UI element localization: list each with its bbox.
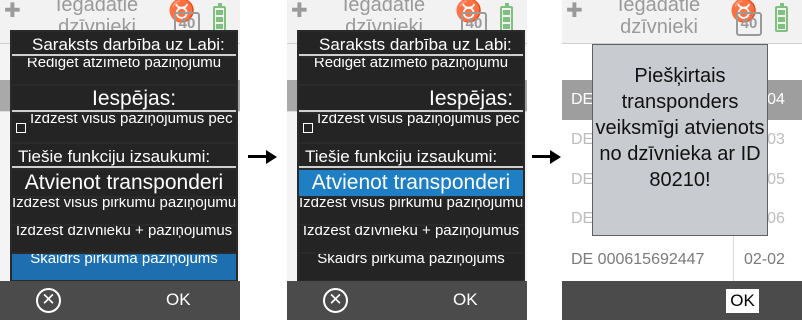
add-animal-icon[interactable]: ✚ <box>4 0 21 22</box>
ok-button[interactable]: OK <box>726 289 759 313</box>
menu-item-clear-purchase[interactable]: Skaidrs pirkuma paziņojums <box>12 254 236 280</box>
footer-bar: OK <box>562 281 802 320</box>
menu-item-detach-transponder[interactable]: Atvienot transponderi <box>12 170 236 196</box>
menu-item-delete-animals[interactable]: Izdzēst dzīvnieku + paziņojumus <box>299 226 523 252</box>
add-animal-icon[interactable]: ✚ <box>291 0 308 22</box>
menu-item-delete-purchases[interactable]: Izdzēst visus pirkumu paziņojumus <box>299 198 523 224</box>
option-delete-after-export[interactable]: Izdzēst visus paziņojumus pēc eksportēša… <box>299 114 523 142</box>
screen-1: ✚ Iegādātie dzīvnieki ♉ 40 Saraksts darb… <box>0 0 240 320</box>
table-row[interactable]: DE 000615692447 02-02 <box>562 240 802 282</box>
arrow-icon <box>532 150 562 164</box>
menu-title: Saraksts darbība uz Labi: <box>299 32 523 56</box>
screen-3: ✚ Iegādātie dzīvnieki ♉ 40 DE 0006156924… <box>562 0 802 320</box>
battery-icon <box>500 3 513 32</box>
menu-item-detach-transponder[interactable]: Atvienot transponderi <box>299 170 523 196</box>
header: ✚ Iegādātie dzīvnieki ♉ 40 <box>562 0 802 44</box>
functions-header: Tiešie funkciju izsaukumi: <box>12 144 236 168</box>
add-animal-icon[interactable]: ✚ <box>566 0 583 22</box>
ok-button[interactable]: OK <box>166 290 191 310</box>
close-icon[interactable]: ✕ <box>323 288 348 313</box>
context-menu: Saraksts darbība uz Labi: Rediģēt atzīmē… <box>297 30 525 282</box>
menu-item-clear-purchase[interactable]: Skaidrs pirkuma paziņojums <box>299 254 523 280</box>
option-delete-after-export[interactable]: Izdzēst visus paziņojumus pēc eksportēša… <box>12 114 236 142</box>
checkbox[interactable] <box>16 123 26 133</box>
ok-button[interactable]: OK <box>453 290 478 310</box>
battery-icon <box>213 3 226 32</box>
battery-icon <box>775 3 788 32</box>
page-title: Iegādātie dzīvnieki <box>617 0 701 38</box>
functions-header: Tiešie funkciju izsaukumi: <box>299 144 523 168</box>
options-header: Iespējas: <box>299 86 523 112</box>
checkbox[interactable] <box>303 123 313 133</box>
footer-bar: ✕ OK <box>287 281 527 320</box>
arrow-icon <box>248 150 278 164</box>
context-menu: Saraksts darbība uz Labi: Rediģēt atzīmē… <box>10 30 238 282</box>
close-icon[interactable]: ✕ <box>36 288 61 313</box>
success-dialog: Piešķirtais transponders veiksmīgi atvie… <box>592 44 768 236</box>
dialog-message: Piešķirtais transponders veiksmīgi atvie… <box>595 65 765 191</box>
menu-item-edit[interactable]: Rediģēt atzīmēto paziņojumu <box>12 58 236 84</box>
menu-item-edit[interactable]: Rediģēt atzīmēto paziņojumu <box>299 58 523 84</box>
menu-item-delete-animals[interactable]: Izdzēst dzīvnieku + paziņojumus <box>12 226 236 252</box>
footer-bar: ✕ OK <box>0 281 240 320</box>
menu-title: Saraksts darbība uz Labi: <box>12 32 236 56</box>
menu-item-delete-purchases[interactable]: Izdzēst visus pirkumu paziņojumus <box>12 198 236 224</box>
animal-count: 40 <box>736 12 762 36</box>
options-header: Iespējas: <box>12 86 236 112</box>
screen-2: ✚ Iegādātie dzīvnieki ♉ 40 Saraksts darb… <box>287 0 527 320</box>
